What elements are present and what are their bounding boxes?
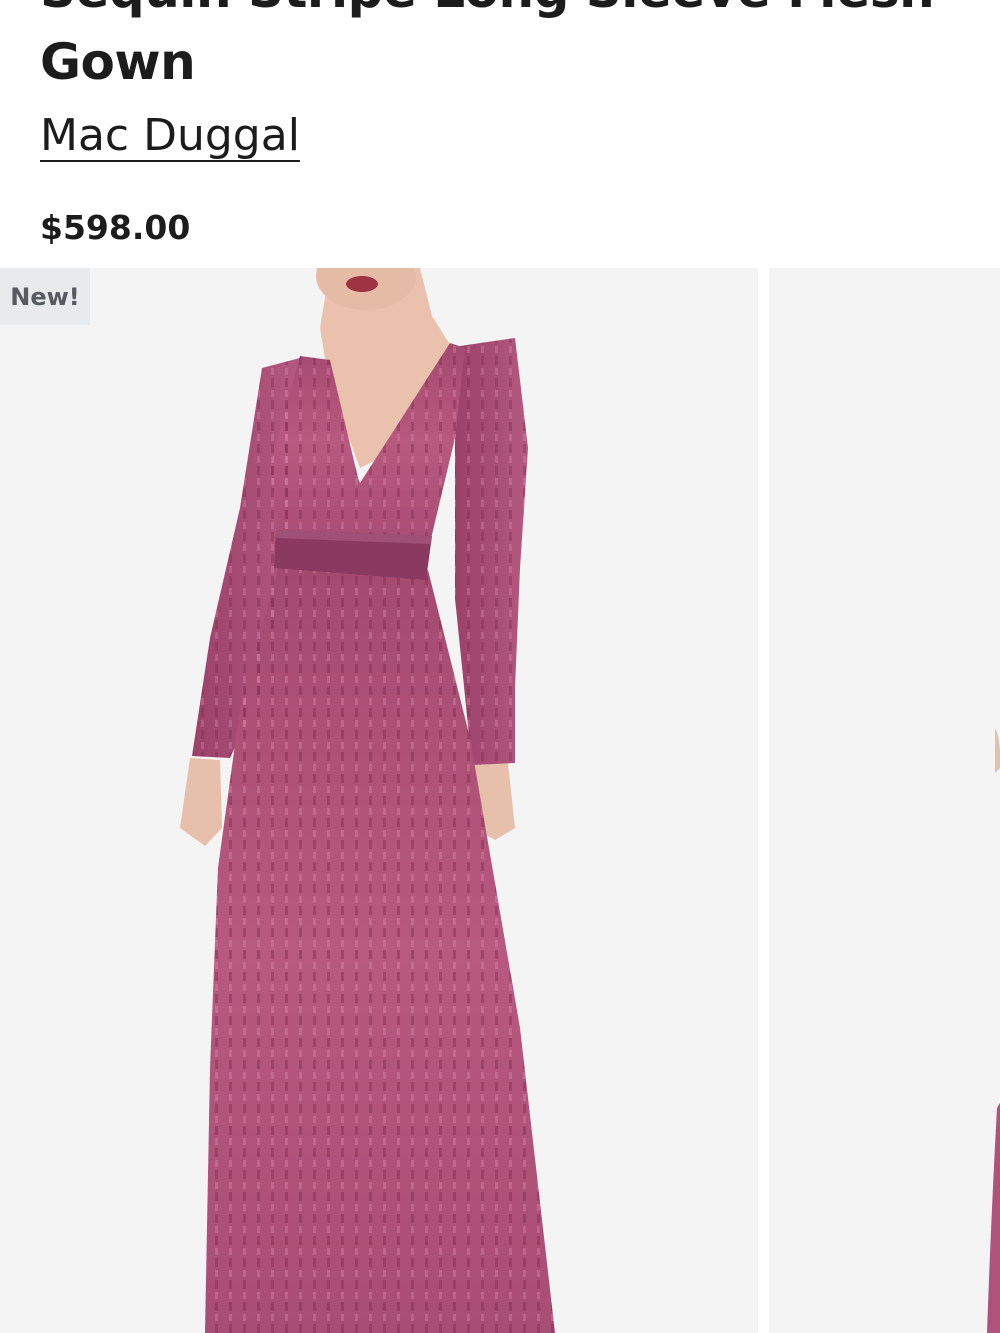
brand-link[interactable]: Mac Duggal (40, 110, 300, 161)
new-badge: New! (0, 268, 90, 325)
gown-side-photo (987, 728, 1000, 1333)
product-image-carousel[interactable]: New! (0, 268, 1000, 1333)
product-image-next[interactable] (769, 268, 1000, 1333)
product-image-main[interactable]: New! (0, 268, 758, 1333)
product-price: $598.00 (40, 208, 191, 247)
gown-front-photo (180, 268, 555, 1333)
product-header: Sequin Stripe Long Sleeve Mesh Gown Mac … (0, 0, 1000, 268)
product-title: Sequin Stripe Long Sleeve Mesh Gown (40, 0, 935, 91)
